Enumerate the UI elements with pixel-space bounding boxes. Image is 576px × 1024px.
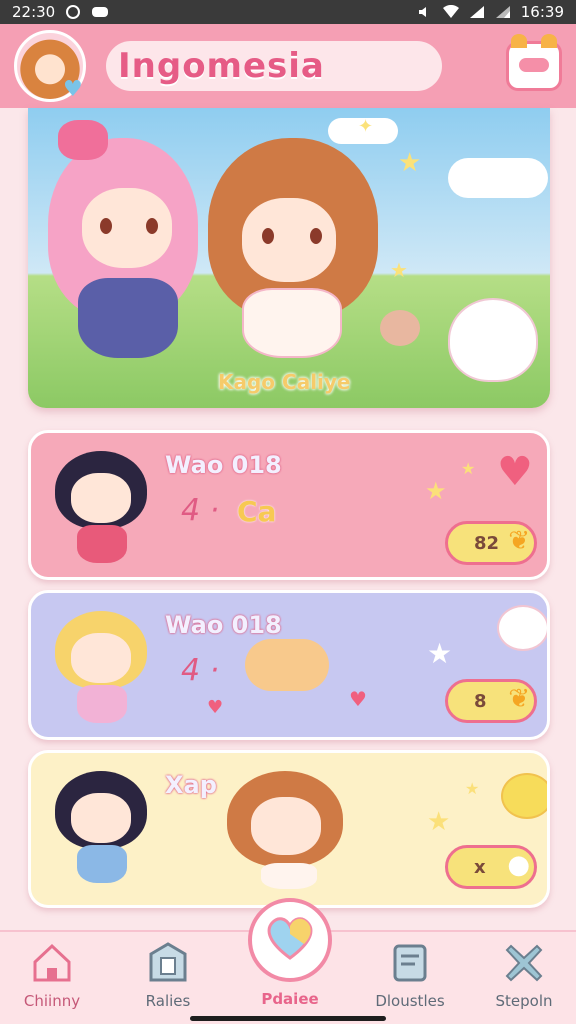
nav-item-home[interactable]: Chiinny	[2, 940, 102, 1010]
pet-menu-button[interactable]	[506, 34, 562, 91]
ear-icon	[511, 34, 527, 48]
status-bar: 22:30 16:39	[0, 0, 576, 24]
clipboard-icon	[387, 940, 433, 986]
hero-banner[interactable]: ★ ★ ✦ Kago Caliye	[28, 108, 550, 408]
card-badge[interactable]: 8 ❦	[445, 679, 537, 723]
star-icon: ★	[465, 779, 480, 798]
leaf-icon: ❦	[508, 526, 530, 556]
notification-icon	[65, 5, 81, 19]
heart-icon: ♥	[207, 697, 224, 718]
badge-value: x	[474, 856, 486, 878]
mailbox-icon	[145, 940, 191, 986]
bear-plush-icon	[380, 310, 420, 346]
character-card[interactable]: Wao 018 4 · ♥ ♥ ★ 8 ❦	[28, 590, 550, 740]
star-icon: ✦	[358, 116, 374, 137]
star-icon: ★	[390, 258, 408, 282]
heart-icon	[264, 914, 316, 966]
cloud-icon	[448, 158, 548, 198]
card-stat: 4 ·	[181, 493, 220, 528]
status-time-left: 22:30	[12, 3, 56, 21]
nav-label: Dloustles	[375, 992, 445, 1010]
nav-label: Chiinny	[23, 992, 81, 1010]
nav-label: Pdaiee	[261, 990, 319, 1008]
badge-value: 8	[474, 690, 487, 712]
avatar[interactable]: ♥	[14, 30, 86, 102]
house-icon	[29, 940, 75, 986]
chibi-avatar	[221, 767, 351, 889]
heart-icon: ♥	[349, 687, 367, 711]
bottom-navigation: Chiinny Ralies Pdaiee Dloustles Stepoln	[0, 898, 576, 1024]
star-icon: ★	[427, 807, 451, 837]
chick-pet-icon	[501, 773, 547, 819]
signal-icon	[469, 5, 485, 19]
nav-item-rallies[interactable]: Ralies	[118, 940, 218, 1010]
character-card[interactable]: Wao 018 4 · Ca ♥ ★ ★ 82 ❦	[28, 430, 550, 580]
chibi-avatar	[47, 447, 157, 569]
white-cat-icon	[448, 298, 538, 382]
battery-icon	[495, 5, 511, 19]
card-badge[interactable]: x ●	[445, 845, 537, 889]
ear-icon	[541, 34, 557, 48]
card-title: Xap	[165, 771, 217, 799]
cat-icon: ●	[507, 850, 530, 880]
nav-label: Ralies	[145, 992, 191, 1010]
star-icon: ★	[425, 477, 447, 505]
star-icon: ★	[427, 637, 453, 670]
cross-icon	[501, 940, 547, 986]
card-badge[interactable]: 82 ❦	[445, 521, 537, 565]
nav-center-button[interactable]	[248, 898, 332, 982]
card-label: Ca	[237, 495, 277, 528]
mute-icon	[417, 5, 433, 19]
bow-icon	[58, 120, 108, 160]
app-header: ♥ Ingomesia	[0, 24, 576, 108]
heart-icon: ♥	[63, 77, 83, 102]
message-icon	[91, 5, 109, 19]
character-card[interactable]: Xap ★ ★ x ●	[28, 750, 550, 908]
page-title: Ingomesia	[118, 46, 325, 86]
badge-value: 82	[474, 532, 500, 554]
nav-label: Stepoln	[495, 992, 553, 1010]
chibi-avatar	[47, 607, 157, 729]
pink-hair-girl	[38, 118, 208, 398]
star-icon: ★	[398, 148, 422, 178]
nav-item-settings[interactable]: Stepoln	[474, 940, 574, 1010]
pet-face-icon	[519, 58, 549, 72]
brown-hair-girl	[208, 138, 378, 378]
nav-item-docs[interactable]: Dloustles	[360, 940, 460, 1010]
wifi-icon	[442, 4, 459, 19]
card-title: Wao 018	[165, 451, 282, 479]
card-stat: 4 ·	[181, 653, 220, 688]
leaf-icon: ❦	[508, 684, 530, 714]
card-title: Wao 018	[165, 611, 282, 639]
title-pill: Ingomesia	[106, 41, 442, 91]
home-indicator[interactable]	[190, 1016, 386, 1021]
star-icon: ★	[461, 459, 476, 478]
chibi-avatar	[47, 767, 157, 889]
duck-pet-icon	[497, 605, 547, 651]
hero-caption: Kago Caliye	[218, 370, 351, 394]
heart-icon: ♥	[497, 449, 533, 495]
status-time-right: 16:39	[520, 3, 564, 21]
fruit-icon	[245, 639, 329, 691]
